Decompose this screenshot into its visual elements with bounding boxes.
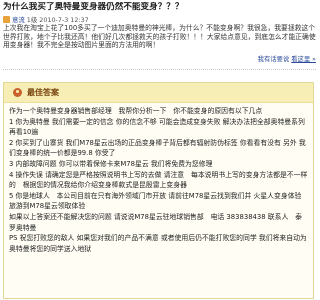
question-title: 为什么我买了奥特曼变身器仍然不能变身？？？ <box>3 2 184 12</box>
answer-paragraph: 1 你为奥特曼 我们需要一定的信念 你的信念不够 可能会造成变身失败 解决办法把… <box>9 117 305 137</box>
report-area: 我有话要说 看这里 » <box>258 54 316 63</box>
answer-content: 作为一个奥特曼变身器销售部经理 我帮你分析一下 你不能变身的原因有以下几点 1 … <box>4 103 313 254</box>
answer-paragraph: 2 你买到了山寨货 我们M78星云出场的正品变身棒子背后都有辐射防伪标签 你看看… <box>9 138 306 158</box>
question-actions: 我有话要说 看这里 » <box>3 54 316 64</box>
answer-paragraph: PS 祝您打败您的敌人 如果您对我们的产品不满意 或者使用后仍不能打败您的同学 … <box>9 234 307 253</box>
asker-name[interactable]: 意流 <box>12 15 25 24</box>
question-divider <box>3 69 316 70</box>
report-label: 我有话要说 <box>257 56 290 63</box>
question-body: 上次我在淘宝上花了100多买了一个迪加奥特曼的神光棒，为什么？不能变身啊？我很急… <box>3 24 316 49</box>
asker-level: 1级 <box>26 16 38 24</box>
best-answer-header: 最佳答案 <box>4 83 313 103</box>
user-avatar-icon <box>3 16 10 23</box>
best-answer-card: 最佳答案 作为一个奥特曼变身器销售部经理 我帮你分析一下 你不能变身的原因有以下… <box>3 82 314 299</box>
answer-paragraph: 3 内部故障问题 你可以带着保修卡来M78星云 我们将免费为您修理 <box>9 159 213 168</box>
best-answer-badge-icon <box>13 88 22 97</box>
best-answer-label: 最佳答案 <box>27 88 59 97</box>
answer-paragraph: 4 操作失误 请确定您是严格按照说明书上写的去做 请注意 每本说明书上写的变身方… <box>9 170 308 190</box>
answer-paragraph: 5 你是地球人 本公司目前在只有海外领域门市开放 请前往M78星云找到我们并 火… <box>9 191 302 211</box>
question-date: 2010-7-3 12:37 <box>39 15 89 24</box>
answer-paragraph: 作为一个奥特曼变身器销售部经理 我帮你分析一下 你不能变身的原因有以下几点 <box>9 107 263 115</box>
report-link[interactable]: 看这里 » <box>291 56 316 63</box>
answer-paragraph: 如果以上答案还不能解决您的问题 请说说M78星云驻地球销售部 电话 383838… <box>9 212 303 232</box>
